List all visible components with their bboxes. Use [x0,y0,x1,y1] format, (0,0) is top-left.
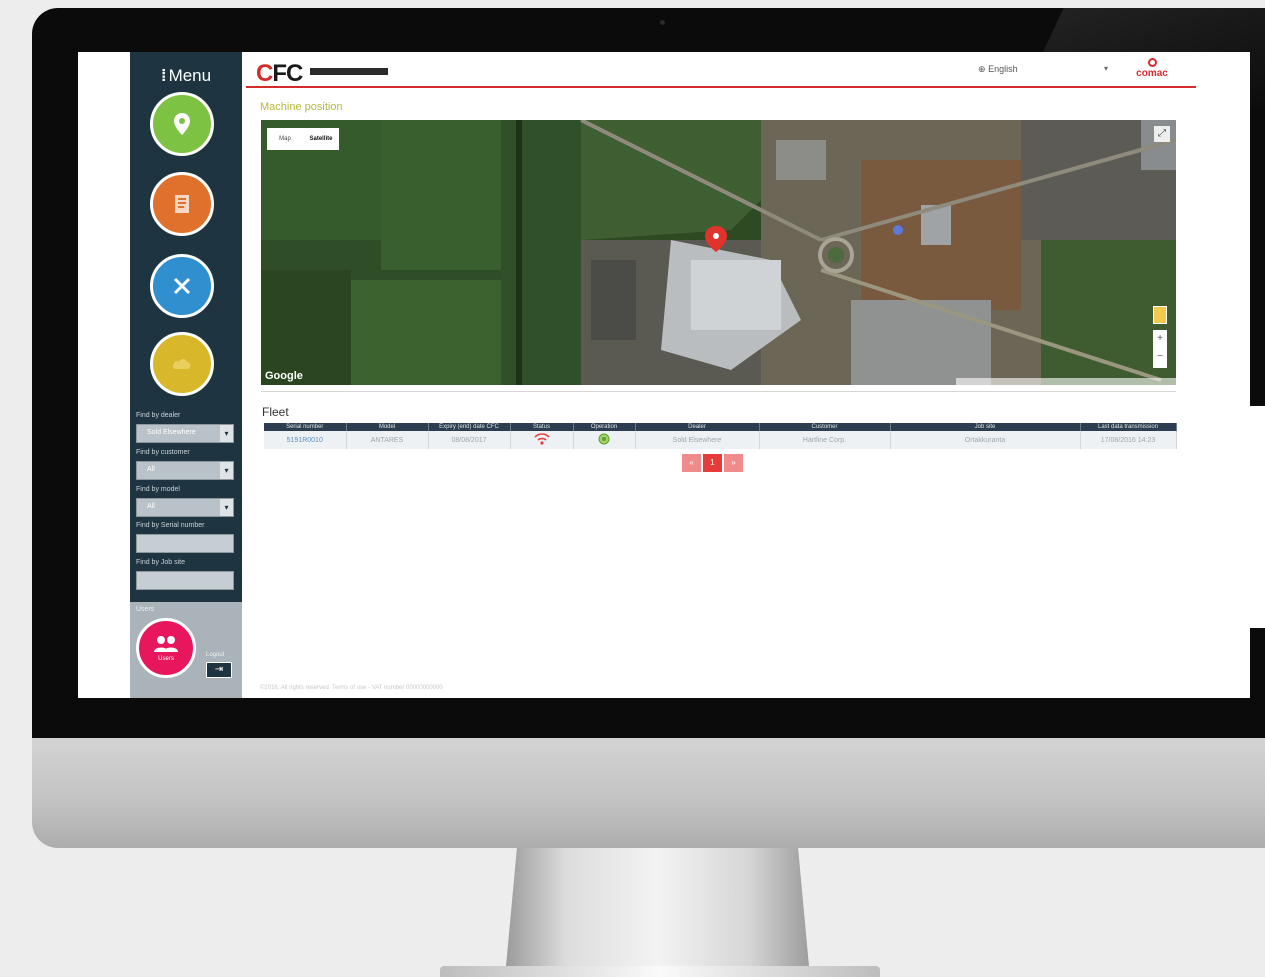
column-header[interactable]: Job site [890,423,1081,431]
table-header-row: Serial number Model Expiry (end) date CF… [264,423,1177,431]
app-screen: ⁞ Menu Find by dealer Sold Elsewhere ▾ Fi… [78,52,1250,698]
map-type-toggle: Map Satellite [267,128,339,150]
monitor-stand-base [440,966,880,977]
column-header[interactable]: Last data transmission [1080,423,1177,431]
logo-tagline-bar [310,68,388,75]
table-cell [573,431,636,449]
fleet-table: Serial number Model Expiry (end) date CF… [264,423,1177,449]
menu-toggle[interactable]: ⁞ Menu [130,66,242,86]
zoom-out-button[interactable]: − [1153,348,1167,366]
column-header[interactable]: Expiry (end) date CFC [428,423,511,431]
google-logo: Google [265,370,303,382]
logout-button[interactable]: ⇥ [206,662,232,678]
cloud-icon [172,359,191,369]
map-type-satellite[interactable]: Satellite [303,136,339,142]
wifi-signal-icon [533,433,550,445]
fullscreen-icon[interactable]: ⤢ [1154,126,1170,142]
monitor-chin [32,735,1265,848]
column-header[interactable]: Model [346,423,429,431]
sidebar-button-documents[interactable] [150,172,214,236]
pagination: « 1 » [682,454,743,472]
filter-customer-label: Find by customer [136,449,190,456]
header-divider [246,86,1196,88]
column-header[interactable]: Dealer [635,423,760,431]
filter-model-select[interactable]: All ▾ [136,498,234,517]
wrench-icon [173,277,191,295]
cfc-logo: CFC [256,60,303,87]
table-cell: ANTARES [346,431,429,449]
filter-model-label: Find by model [136,486,180,493]
users-button-label: Users [158,656,174,662]
map-attribution [956,378,1176,385]
sidebar-button-cloud[interactable] [150,332,214,396]
monitor-stand [505,845,810,977]
menu-title: Menu [168,66,212,85]
filter-dealer-select[interactable]: Sold Elsewhere ▾ [136,424,234,443]
table-cell [510,431,574,449]
next-page-button[interactable]: » [724,454,743,472]
table-cell: 17/08/2016 14:23 [1080,431,1177,449]
serial-number-link[interactable]: 5191R0010 [264,431,347,449]
camera-icon [660,20,665,25]
zoom-in-button[interactable]: + [1153,330,1167,348]
brand-logo: comac [1121,58,1183,79]
users-label: Users [136,606,155,613]
language-value: English [988,64,1018,74]
satellite-map[interactable]: Map Satellite Google ⤢ + − [261,120,1176,385]
hamburger-icon: ⁞ [160,66,167,85]
map-type-map[interactable]: Map [267,136,303,142]
brand-mark-icon [1147,58,1157,67]
globe-icon: ⊕ [978,64,986,74]
filter-customer-value: All [147,466,155,473]
document-icon [175,195,189,213]
pegman-icon[interactable] [1153,306,1167,324]
page-title: Machine position [260,101,343,113]
map-imagery [261,120,1176,385]
column-header[interactable]: Operation [573,423,636,431]
footer-text: ©2016. All rights reserved. Terms of use… [260,685,443,691]
filter-dealer-value: Sold Elsewhere [147,429,196,436]
chevron-down-icon: ▾ [220,499,233,516]
chevron-down-icon: ▾ [220,425,233,442]
chevron-down-icon: ▾ [1103,64,1108,73]
users-button[interactable]: Users [136,618,196,678]
operation-status-icon [598,433,610,445]
table-cell: Sold Elsewhere [635,431,760,449]
section-divider [261,391,1176,392]
sidebar: ⁞ Menu Find by dealer Sold Elsewhere ▾ Fi… [130,52,242,698]
filter-jobsite-label: Find by Job site [136,559,186,566]
fleet-title: Fleet [262,405,289,419]
prev-page-button[interactable]: « [682,454,701,472]
sidebar-button-service[interactable] [150,254,214,318]
filter-jobsite-input[interactable] [136,571,234,590]
filter-dealer-label: Find by dealer [136,412,181,419]
sidebar-button-position[interactable] [150,92,214,156]
table-row[interactable]: 5191R0010 ANTARES 08/08/2017 Sold Elsewh… [264,431,1177,449]
filter-model-value: All [147,503,155,510]
table-cell: Hartline Corp. [759,431,891,449]
page-button[interactable]: 1 [703,454,722,472]
filter-customer-select[interactable]: All ▾ [136,461,234,480]
logout-icon: ⇥ [214,664,224,675]
zoom-control: + − [1153,330,1167,368]
language-select[interactable]: ⊕ English ▾ [978,64,1108,78]
table-cell: Ortakkuranta [890,431,1081,449]
map-pin-icon [174,113,190,135]
column-header[interactable]: Serial number [264,423,347,431]
users-panel: Users Users Logout ⇥ [130,602,242,698]
filter-serial-input[interactable] [136,534,234,553]
logout-label: Logout [206,652,225,658]
column-header[interactable]: Customer [759,423,891,431]
filter-serial-label: Find by Serial number [136,522,205,529]
table-cell: 08/08/2017 [428,431,511,449]
users-icon [154,636,178,652]
chevron-down-icon: ▾ [220,462,233,479]
column-header[interactable]: Status [510,423,574,431]
